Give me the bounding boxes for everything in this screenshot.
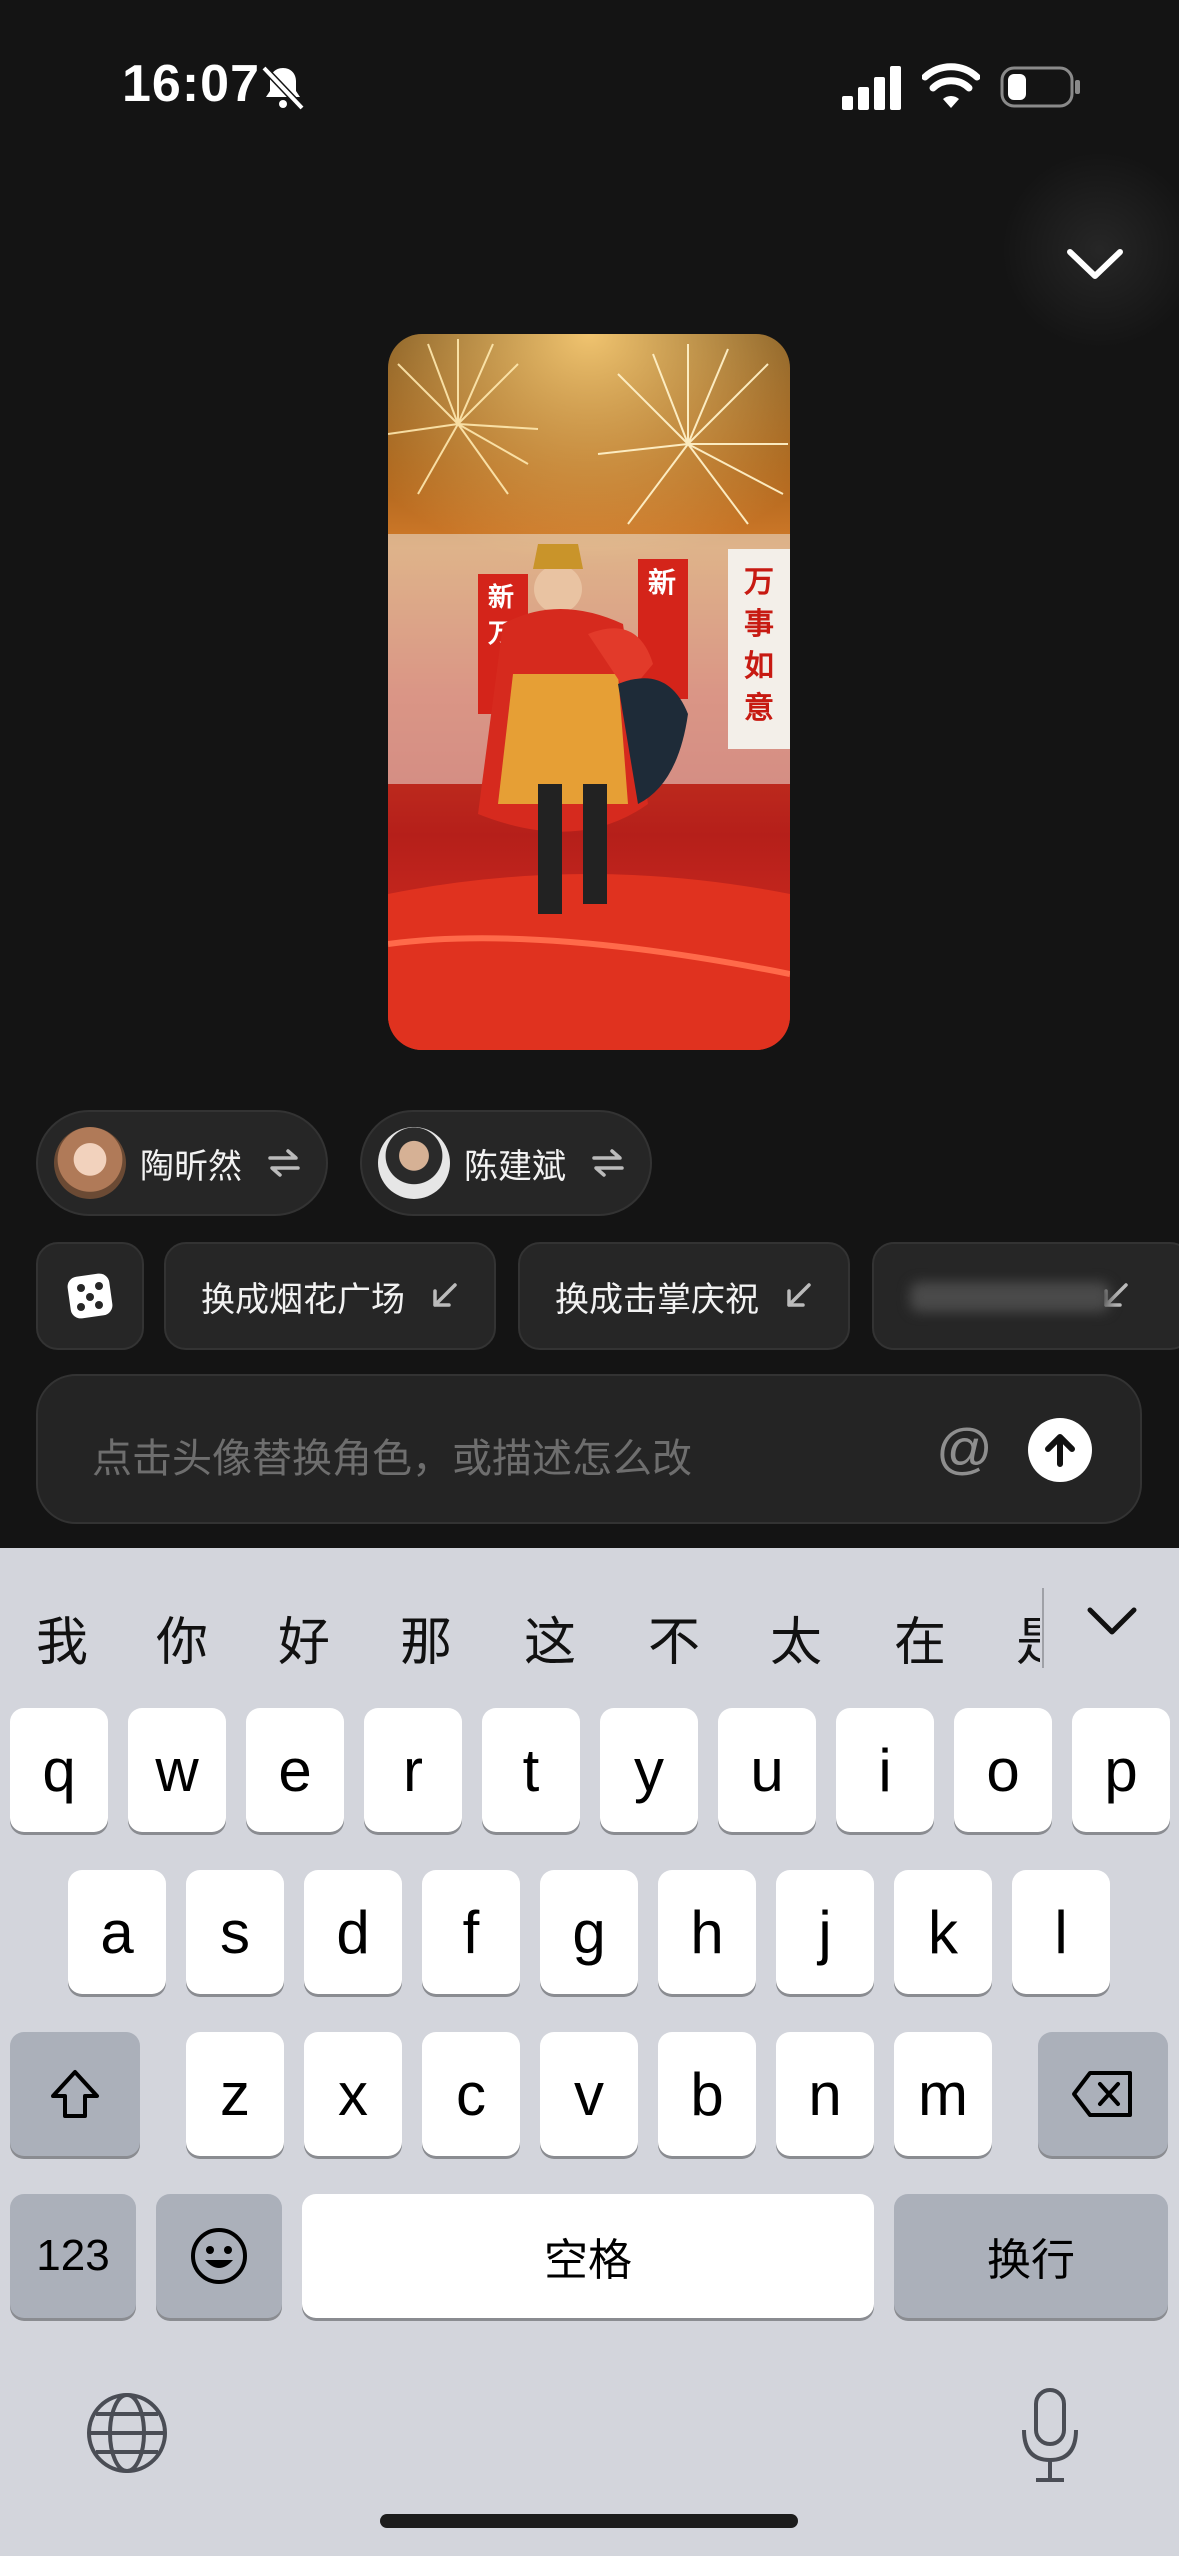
candidate-1[interactable]: 我 <box>36 1600 88 1675</box>
input-placeholder[interactable]: 点击头像替换角色，或描述怎么改 <box>92 1426 692 1484</box>
key-f[interactable]: f <box>422 1870 520 1994</box>
generated-video-preview[interactable]: 新 万 新 万 事 如 意 <box>388 334 790 1050</box>
character-name: 陶昕然 <box>140 1147 242 1186</box>
key-o[interactable]: o <box>954 1708 1052 1832</box>
key-n[interactable]: n <box>776 2032 874 2156</box>
avatar[interactable] <box>54 1127 126 1199</box>
space-key[interactable]: 空格 <box>302 2194 874 2318</box>
return-key[interactable]: 换行 <box>894 2194 1168 2318</box>
collapse-chevron-icon[interactable] <box>1060 240 1130 290</box>
blurred-suggestion-label <box>910 1282 1110 1312</box>
banner-right-1: 万 <box>744 566 774 599</box>
key-b[interactable]: b <box>658 2032 756 2156</box>
key-m[interactable]: m <box>894 2032 992 2156</box>
expand-candidates-chevron-icon[interactable] <box>1082 1600 1142 1644</box>
key-l[interactable]: l <box>1012 1870 1110 1994</box>
key-p[interactable]: p <box>1072 1708 1170 1832</box>
suggestion-label: 换成烟花广场 <box>201 1280 405 1319</box>
backspace-key[interactable] <box>1038 2032 1168 2156</box>
shift-key[interactable] <box>10 2032 140 2156</box>
candidate-5[interactable]: 这 <box>524 1600 576 1675</box>
candidate-divider <box>1042 1588 1044 1668</box>
cellular-signal-icon <box>842 66 901 110</box>
candidate-4[interactable]: 那 <box>400 1600 452 1675</box>
candidate-9[interactable]: 是 <box>1016 1600 1040 1675</box>
home-indicator[interactable] <box>380 2514 798 2528</box>
key-h[interactable]: h <box>658 1870 756 1994</box>
key-u[interactable]: u <box>718 1708 816 1832</box>
key-j[interactable]: j <box>776 1870 874 1994</box>
shift-arrow-icon <box>51 2070 99 2118</box>
edit-prompt-input[interactable]: 点击头像替换角色，或描述怎么改 @ <box>36 1374 1142 1524</box>
key-v[interactable]: v <box>540 2032 638 2156</box>
candidate-bar: 我 你 好 那 这 不 太 在 是 <box>0 1548 1179 1702</box>
swap-icon[interactable] <box>590 1148 626 1178</box>
candidate-6[interactable]: 不 <box>648 1600 700 1675</box>
suggestion-chip-3[interactable] <box>872 1242 1179 1350</box>
suggestion-label: 换成击掌庆祝 <box>555 1280 759 1319</box>
banner-right-4: 意 <box>744 691 774 725</box>
key-e[interactable]: e <box>246 1708 344 1832</box>
banner-right-3: 如 <box>744 650 774 683</box>
key-a[interactable]: a <box>68 1870 166 1994</box>
random-dice-button[interactable] <box>36 1242 144 1350</box>
suggestion-chip-1[interactable]: 换成烟花广场 <box>164 1242 496 1350</box>
send-button[interactable] <box>1028 1418 1092 1482</box>
key-s[interactable]: s <box>186 1870 284 1994</box>
key-t[interactable]: t <box>482 1708 580 1832</box>
mention-button[interactable]: @ <box>936 1416 993 1481</box>
candidate-3[interactable]: 好 <box>278 1600 330 1675</box>
emoji-icon <box>191 2228 247 2284</box>
key-x[interactable]: x <box>304 2032 402 2156</box>
swap-icon[interactable] <box>266 1148 302 1178</box>
avatar[interactable] <box>378 1127 450 1199</box>
status-bar: 16:07 <box>0 0 1179 170</box>
character-name: 陈建斌 <box>464 1147 566 1186</box>
key-i[interactable]: i <box>836 1708 934 1832</box>
key-z[interactable]: z <box>186 2032 284 2156</box>
insert-arrow-icon <box>433 1283 457 1307</box>
emoji-key[interactable] <box>156 2194 282 2318</box>
banner-right-2: 事 <box>744 608 774 641</box>
key-g[interactable]: g <box>540 1870 638 1994</box>
silent-bell-icon <box>261 65 305 111</box>
arrow-up-icon <box>1045 1434 1075 1467</box>
status-time: 16:07 <box>122 55 260 113</box>
suggestion-chip-2[interactable]: 换成击掌庆祝 <box>518 1242 850 1350</box>
banner-mid: 新 <box>648 567 676 598</box>
banner-left-top: 新 <box>488 582 514 612</box>
character-chip-1[interactable]: 陶昕然 <box>36 1110 328 1216</box>
wifi-icon <box>922 63 980 108</box>
globe-icon[interactable] <box>84 2390 170 2476</box>
dice-icon <box>67 1273 113 1319</box>
insert-arrow-icon <box>787 1283 811 1307</box>
candidate-8[interactable]: 在 <box>894 1600 946 1675</box>
candidate-2[interactable]: 你 <box>156 1600 208 1675</box>
battery-icon <box>1000 66 1080 108</box>
candidate-7[interactable]: 太 <box>770 1600 822 1675</box>
character-chip-2[interactable]: 陈建斌 <box>360 1110 652 1216</box>
key-q[interactable]: q <box>10 1708 108 1832</box>
key-r[interactable]: r <box>364 1708 462 1832</box>
key-w[interactable]: w <box>128 1708 226 1832</box>
key-d[interactable]: d <box>304 1870 402 1994</box>
preview-scene: 新 万 新 万 事 如 意 <box>388 334 790 1050</box>
backspace-icon <box>1072 2071 1132 2117</box>
key-y[interactable]: y <box>600 1708 698 1832</box>
key-c[interactable]: c <box>422 2032 520 2156</box>
numbers-key[interactable]: 123 <box>10 2194 136 2318</box>
microphone-icon[interactable] <box>1016 2386 1084 2486</box>
key-k[interactable]: k <box>894 1870 992 1994</box>
